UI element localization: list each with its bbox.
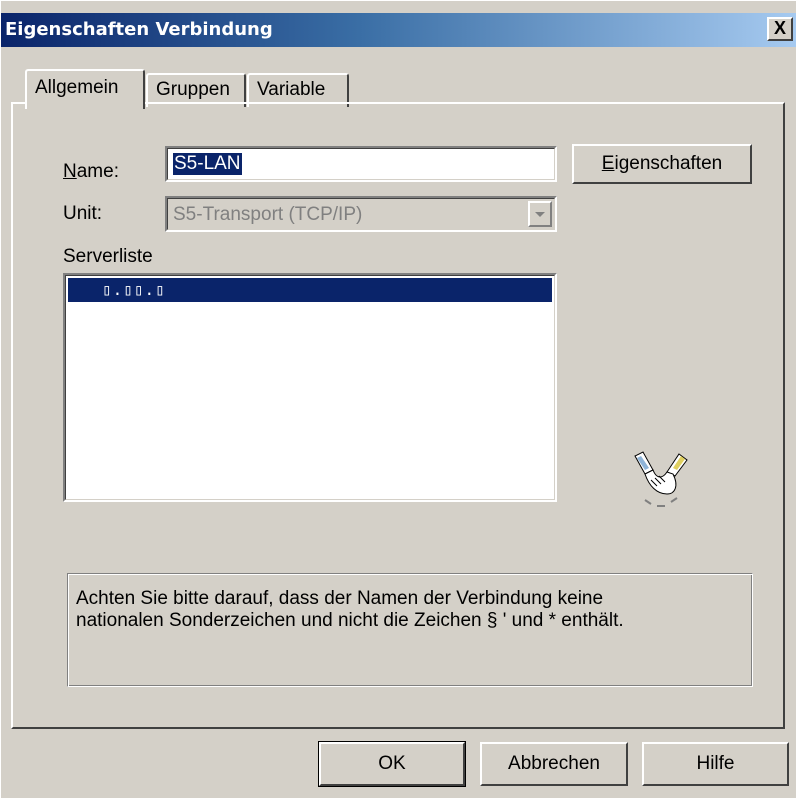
name-field-value: S5-LAN <box>173 153 242 175</box>
unit-label: Unit: <box>63 203 103 224</box>
window-title: Eigenschaften Verbindung <box>5 19 273 40</box>
handshake-icon <box>634 451 688 507</box>
help-button[interactable]: Hilfe <box>642 742 789 786</box>
name-field[interactable]: S5-LAN <box>165 146 557 182</box>
dialog-window: Eigenschaften Verbindung X Allgemein Gru… <box>0 0 796 798</box>
ok-button-label: OK <box>378 753 406 774</box>
note-box: Achten Sie bitte darauf, dass der Namen … <box>67 573 753 687</box>
cancel-button-label: Abbrechen <box>508 753 600 774</box>
chevron-down-icon <box>535 212 545 217</box>
serverlist-item[interactable]: ▯.▯▯.▯ <box>68 278 552 302</box>
ok-button[interactable]: OK <box>318 741 466 787</box>
note-line-2: nationalen Sonderzeichen und nicht die Z… <box>76 610 624 631</box>
serverlist[interactable]: ▯.▯▯.▯ <box>63 273 557 502</box>
title-bar[interactable]: Eigenschaften Verbindung X <box>1 13 796 47</box>
tab-label: Gruppen <box>156 79 230 100</box>
cancel-button[interactable]: Abbrechen <box>480 742 628 786</box>
tab-label: Allgemein <box>35 77 119 98</box>
eigenschaften-accel: E <box>601 153 615 174</box>
name-label-rest: ame: <box>76 161 119 182</box>
serverlist-bevel <box>65 275 555 500</box>
close-button[interactable]: X <box>767 17 793 41</box>
unit-select-value: S5-Transport (TCP/IP) <box>173 204 363 225</box>
name-label-accel: N <box>63 161 77 182</box>
name-label: Name: <box>63 161 119 183</box>
tab-label: Variable <box>257 79 326 100</box>
serverlist-label: Serverliste <box>63 246 153 267</box>
eigenschaften-button[interactable]: Eigenschaften <box>572 144 752 184</box>
close-icon: X <box>773 18 786 38</box>
help-button-label: Hilfe <box>696 753 735 774</box>
active-tab-joint <box>27 101 143 105</box>
unit-dropdown-button[interactable] <box>528 201 552 227</box>
note-text: Achten Sie bitte darauf, dass der Namen … <box>76 588 624 632</box>
eigenschaften-label: igenschaften <box>614 153 723 174</box>
unit-select[interactable]: S5-Transport (TCP/IP) <box>165 196 557 232</box>
note-line-1: Achten Sie bitte darauf, dass der Namen … <box>76 588 604 609</box>
